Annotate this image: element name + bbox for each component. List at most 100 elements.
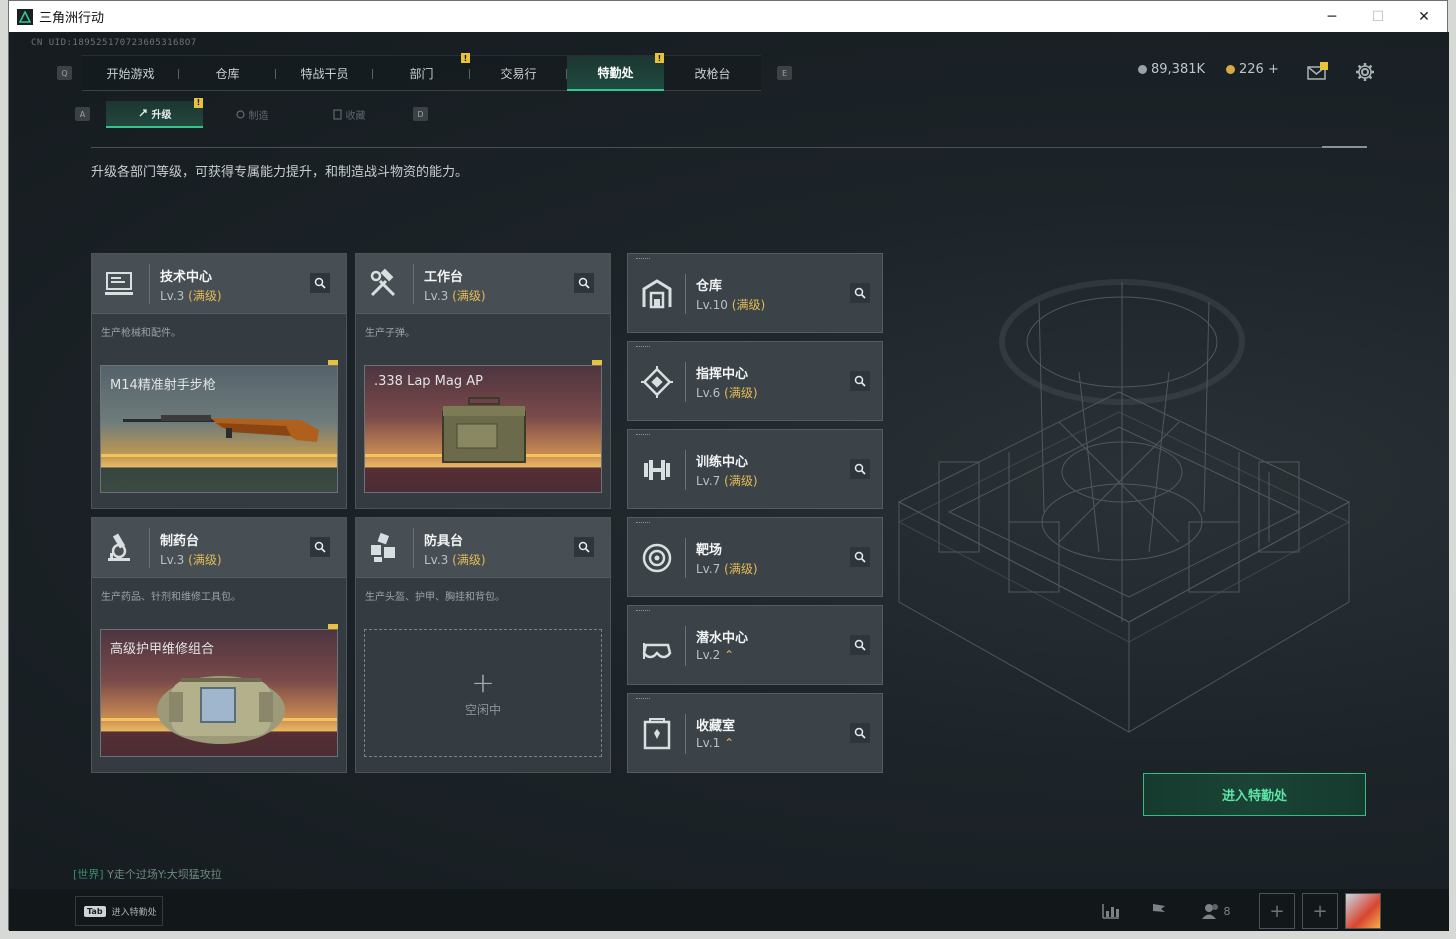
rifle-image: [123, 415, 319, 442]
facility-command-center[interactable]: 指挥中心 Lv.6 (满级): [627, 341, 883, 421]
search-icon[interactable]: [310, 537, 330, 557]
subtab-craft[interactable]: 制造: [203, 101, 300, 128]
search-icon[interactable]: [850, 283, 870, 303]
facility-collection-room[interactable]: 收藏室 Lv.1 ⌃: [627, 693, 883, 773]
minimize-button[interactable]: ─: [1309, 1, 1355, 32]
close-button[interactable]: ✕: [1401, 1, 1447, 32]
diving-mask-icon: [642, 643, 672, 659]
search-icon[interactable]: [850, 547, 870, 567]
tab-department[interactable]: 部门 !: [373, 53, 470, 91]
chat-line[interactable]: [世界] Y走个过场Y:大坝猛攻拉: [73, 866, 222, 882]
facility-diving-center[interactable]: 潜水中心 Lv.2 ⌃: [627, 605, 883, 685]
subtab-upgrade[interactable]: 升级 !: [106, 97, 203, 128]
mail-icon[interactable]: [1306, 62, 1328, 82]
friends-button[interactable]: 8: [1199, 898, 1233, 924]
workstation-name: 防具台: [424, 534, 464, 549]
facility-name: 训练中心: [696, 455, 749, 470]
window-title: 三角洲行动: [39, 11, 105, 26]
armor-parts-icon: [371, 532, 395, 562]
tab-trading[interactable]: 交易行: [470, 56, 567, 91]
facility-level: Lv.6 (满级): [696, 386, 758, 400]
tab-key-hint[interactable]: Tab 进入特勤处: [75, 896, 163, 926]
crafting-item-name: 高级护甲维修组合: [110, 642, 215, 657]
facility-name: 潜水中心: [696, 631, 749, 646]
card-header: 技术中心 Lv.3 (满级): [92, 254, 346, 314]
tab-gunsmith[interactable]: 改枪台: [664, 56, 761, 91]
player-uid: CN UID:1895251707236053168O7: [31, 38, 197, 48]
facility-warehouse[interactable]: 仓库 Lv.10 (满级): [627, 253, 883, 333]
workstation-description: 生产子弹。: [365, 328, 415, 339]
points-balance[interactable]: 226 +: [1226, 62, 1279, 77]
chat-channel: [世界]: [73, 868, 104, 881]
tab-key-label: 进入特勤处: [111, 907, 157, 918]
facility-level: Lv.1 ⌃: [696, 736, 735, 750]
workstation-name: 制药台: [160, 534, 200, 549]
flag-icon[interactable]: [1145, 898, 1173, 924]
stats-icon[interactable]: [1097, 898, 1125, 924]
card-header: 防具台 Lv.3 (满级): [356, 518, 610, 578]
craft-icon: [235, 109, 245, 119]
facility-name: 收藏室: [696, 719, 736, 734]
tab-warehouse[interactable]: 仓库: [179, 56, 276, 91]
search-icon[interactable]: [850, 371, 870, 391]
workstation-card-tech-center[interactable]: 技术中心 Lv.3 (满级) 生产枪械和配件。 M14精准射手步枪: [91, 253, 347, 509]
subnav-prev-key-hint[interactable]: A: [75, 107, 90, 121]
facility-shooting-range[interactable]: 靶场 Lv.7 (满级): [627, 517, 883, 597]
facility-name: 指挥中心: [696, 367, 749, 382]
search-icon[interactable]: [574, 273, 594, 293]
collection-tab-icon: [332, 108, 342, 120]
notification-badge: !: [655, 53, 664, 63]
coin-balance[interactable]: 89,381K: [1138, 62, 1205, 77]
tab-special-ops[interactable]: 特勤处 !: [567, 53, 664, 91]
gear-icon[interactable]: [1355, 62, 1377, 82]
app-logo-icon: [17, 8, 33, 25]
coin-icon: [1138, 65, 1147, 74]
card-header: 制药台 Lv.3 (满级): [92, 518, 346, 578]
avatar[interactable]: [1345, 893, 1381, 929]
workstation-card-workbench[interactable]: 工作台 Lv.3 (满级) 生产子弹。 .338 Lap Mag AP: [355, 253, 611, 509]
ammo-box-image: [442, 397, 526, 463]
workstation-level: Lv.3 (满级): [424, 553, 486, 567]
subtab-collection[interactable]: 收藏: [300, 101, 397, 128]
facility-level: Lv.2 ⌃: [696, 648, 735, 662]
facility-training-center[interactable]: 训练中心 Lv.7 (满级): [627, 429, 883, 509]
tab-key: Tab: [84, 905, 106, 917]
search-icon[interactable]: [310, 273, 330, 293]
add-party-slot[interactable]: +: [1302, 893, 1338, 929]
crafting-item-slot[interactable]: 高级护甲维修组合: [100, 629, 338, 757]
search-icon[interactable]: [850, 635, 870, 655]
subnav-next-key-hint[interactable]: D: [413, 107, 428, 121]
search-icon[interactable]: [574, 537, 594, 557]
computer-icon: [105, 272, 133, 295]
nav-next-key-hint[interactable]: E: [777, 66, 792, 80]
crafting-item-name: .338 Lap Mag AP: [374, 374, 483, 389]
nav-prev-key-hint[interactable]: Q: [57, 66, 72, 80]
tab-operators[interactable]: 特战干员: [276, 56, 373, 91]
search-icon[interactable]: [850, 723, 870, 743]
command-icon: [641, 366, 673, 398]
crafting-item-slot[interactable]: M14精准射手步枪: [100, 365, 338, 493]
crafting-item-slot[interactable]: .338 Lap Mag AP: [364, 365, 602, 493]
workstation-name: 工作台: [424, 270, 464, 285]
collection-icon: [643, 718, 671, 750]
repair-kit-bag-image: [157, 676, 285, 744]
maximize-button[interactable]: ☐: [1355, 1, 1401, 32]
section-divider-accent: [1322, 146, 1367, 148]
add-party-slot[interactable]: +: [1259, 893, 1295, 929]
top-navigation: Q 开始游戏 仓库 特战干员 部门 ! 交易行 特勤处 ! 改枪台 E: [57, 53, 792, 92]
tab-start-game[interactable]: 开始游戏: [82, 56, 179, 91]
workstation-card-armor-bench[interactable]: 防具台 Lv.3 (满级) 生产头盔、护甲、胸挂和背包。 + 空闲中: [355, 517, 611, 773]
workstation-level: Lv.3 (满级): [160, 553, 222, 567]
notification-badge: !: [194, 97, 203, 108]
search-icon[interactable]: [850, 459, 870, 479]
microscope-icon: [108, 533, 130, 561]
main-tab-bar: 开始游戏 仓库 特战干员 部门 ! 交易行 特勤处 ! 改枪台: [82, 53, 761, 91]
empty-craft-slot[interactable]: + 空闲中: [364, 629, 602, 757]
workstation-card-pharmacy[interactable]: 制药台 Lv.3 (满级) 生产药品、针剂和维修工具包。 高级护甲维修组合: [91, 517, 347, 773]
facility-name: 靶场: [696, 543, 723, 558]
base-wireframe-illustration: [897, 279, 1351, 733]
upgrade-available-icon: ⌃: [724, 736, 735, 750]
friends-icon: [1201, 904, 1218, 919]
card-header: 工作台 Lv.3 (满级): [356, 254, 610, 314]
enter-special-ops-button[interactable]: 进入特勤处: [1143, 773, 1366, 816]
